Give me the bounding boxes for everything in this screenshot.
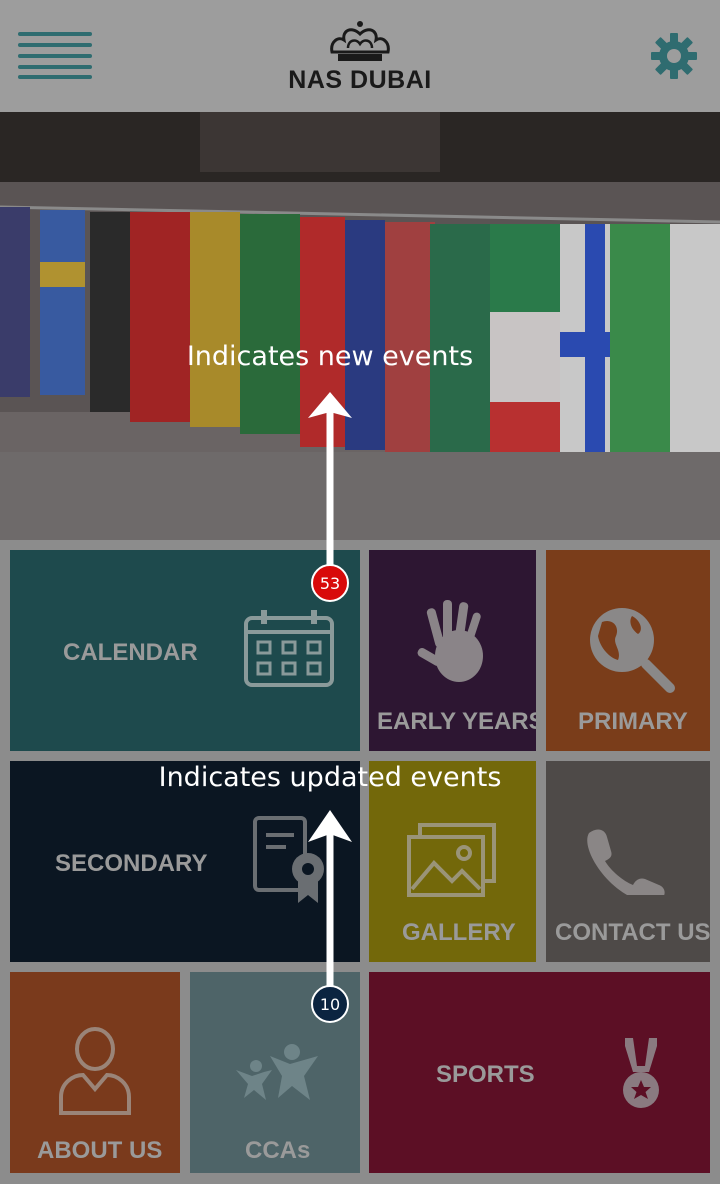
globe-magnifier-icon [590, 608, 675, 693]
updated-events-annotation: Indicates updated events [158, 762, 502, 793]
crown-icon [330, 21, 390, 61]
people-stars-icon [236, 1044, 318, 1100]
hand-print-icon [417, 600, 483, 682]
ccas-label: CCAs [245, 1137, 311, 1164]
new-events-badge: 53 [311, 564, 349, 602]
logo-text: NAS DUBAI [288, 66, 432, 94]
hero-flags-image [0, 112, 720, 540]
gear-icon[interactable] [650, 32, 698, 80]
primary-tile[interactable]: PRIMARY [546, 550, 710, 751]
contact-us-label: CONTACT US [555, 919, 710, 946]
phone-icon [587, 829, 665, 895]
hamburger-menu-icon[interactable] [18, 32, 94, 80]
sports-label: SPORTS [436, 1061, 535, 1088]
app-header: NAS DUBAI [0, 0, 720, 112]
new-events-arrow [308, 392, 352, 572]
early-years-tile[interactable]: EARLY YEARS [369, 550, 536, 751]
secondary-label: SECONDARY [55, 850, 208, 877]
primary-label: PRIMARY [578, 708, 688, 735]
image-gallery-icon [407, 823, 496, 897]
calendar-icon [244, 610, 334, 687]
gallery-label: GALLERY [402, 919, 516, 946]
medal-icon [623, 1038, 659, 1108]
calendar-label: CALENDAR [63, 639, 198, 666]
user-icon [59, 1027, 131, 1115]
updated-events-badge: 10 [311, 985, 349, 1023]
updated-events-arrow [308, 810, 352, 995]
sports-tile[interactable]: SPORTS [369, 972, 710, 1173]
nas-dubai-logo: NAS DUBAI [280, 18, 440, 94]
about-us-label: ABOUT US [37, 1137, 163, 1164]
early-years-label: EARLY YEARS [377, 708, 536, 735]
new-events-annotation: Indicates new events [186, 341, 474, 372]
about-us-tile[interactable]: ABOUT US [10, 972, 180, 1173]
